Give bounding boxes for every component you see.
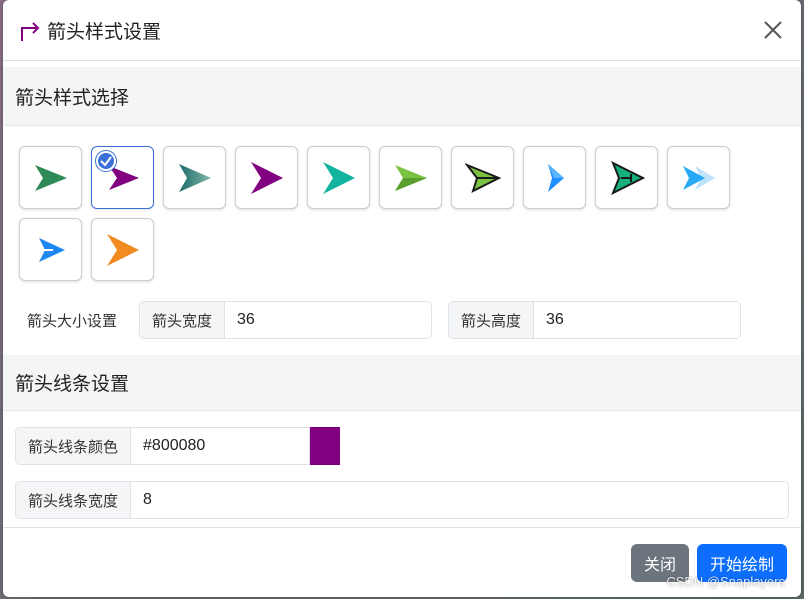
arrow-height-group: 箭头高度 36 [448, 301, 741, 339]
arrow-style-5-icon [322, 161, 355, 194]
arrow-style-option[interactable] [91, 218, 154, 281]
arrow-style-3-icon [178, 163, 211, 192]
arrow-size-label: 箭头大小设置 [27, 312, 118, 330]
arrow-style-option[interactable] [19, 146, 82, 209]
arrow-style-9-icon [610, 160, 645, 195]
arrow-style-option[interactable] [379, 146, 442, 209]
arrow-style-10-icon [682, 165, 715, 190]
arrow-width-label: 箭头宽度 [140, 302, 226, 338]
arrow-width-input[interactable]: 36 [225, 302, 431, 338]
arrow-style-6-icon [394, 164, 427, 191]
arrow-style-option[interactable] [19, 218, 82, 281]
arrow-style-option[interactable] [595, 146, 658, 209]
line-color-input[interactable]: #800080 [131, 428, 309, 464]
line-color-label: 箭头线条颜色 [16, 428, 132, 464]
arrow-style-8-icon [547, 163, 564, 192]
arrow-style-option[interactable] [235, 146, 298, 209]
arrow-style-option[interactable] [451, 146, 514, 209]
arrow-size-row: 箭头大小设置 箭头宽度 36 箭头高度 36 [3, 301, 801, 339]
arrow-height-input[interactable]: 36 [534, 302, 740, 338]
line-color-swatch[interactable] [310, 427, 340, 465]
line-width-group: 箭头线条宽度 8 [15, 481, 789, 519]
close-icon[interactable] [759, 16, 787, 44]
arrow-style-12-icon [106, 233, 139, 266]
line-section-heading: 箭头线条设置 [3, 355, 801, 411]
arrow-style-11-icon [38, 237, 65, 262]
arrow-style-dialog: 箭头样式设置 箭头样式选择 箭头大小设置 箭头宽度 36 箭头高度 36 箭头线… [3, 0, 801, 597]
arrow-style-7-icon [464, 162, 501, 193]
line-width-row: 箭头线条宽度 8 [3, 481, 801, 519]
dialog-header: 箭头样式设置 [3, 0, 801, 61]
dialog-title: 箭头样式设置 [47, 21, 162, 43]
arrow-style-option-selected[interactable] [91, 146, 154, 209]
arrow-style-option[interactable] [523, 146, 586, 209]
turn-right-arrow-icon [17, 17, 43, 43]
line-color-row: 箭头线条颜色 #800080 [3, 427, 801, 465]
arrow-style-1-icon [34, 164, 67, 191]
arrow-style-grid [3, 126, 743, 281]
arrow-style-option[interactable] [667, 146, 730, 209]
arrow-style-option[interactable] [307, 146, 370, 209]
arrow-width-group: 箭头宽度 36 [139, 301, 432, 339]
watermark: CSDN @Snaplayers [666, 574, 785, 589]
arrow-style-4-icon [250, 161, 283, 194]
line-color-group: 箭头线条颜色 #800080 [15, 427, 310, 465]
line-width-label: 箭头线条宽度 [16, 482, 132, 518]
style-section-heading: 箭头样式选择 [3, 67, 801, 126]
arrow-height-label: 箭头高度 [449, 302, 535, 338]
check-icon [96, 151, 116, 171]
line-width-input[interactable]: 8 [131, 482, 788, 518]
arrow-style-option[interactable] [163, 146, 226, 209]
